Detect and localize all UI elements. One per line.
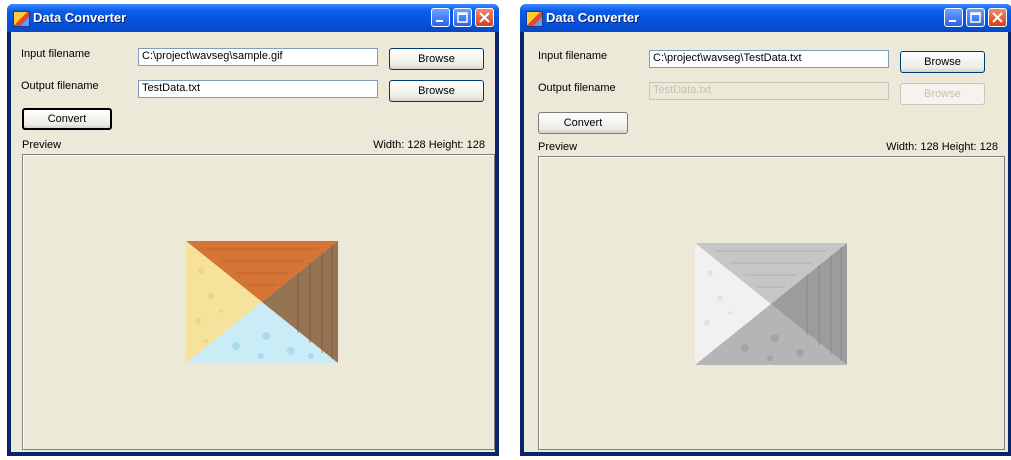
preview-image-grayscale: [695, 243, 847, 365]
preview-area: [22, 154, 495, 450]
output-filename-label: Output filename: [21, 80, 99, 92]
title-bar[interactable]: Data Converter: [520, 4, 1011, 32]
preview-area: [538, 156, 1005, 450]
browse-input-button[interactable]: Browse: [900, 51, 985, 73]
close-icon: [479, 12, 490, 23]
window-title: Data Converter: [546, 10, 640, 25]
input-filename-field[interactable]: C:\project\wavseg\TestData.txt: [649, 50, 889, 68]
window-title: Data Converter: [33, 10, 127, 25]
input-filename-field[interactable]: C:\project\wavseg\sample.gif: [138, 48, 378, 66]
image-dimensions: Width: 128 Height: 128: [373, 139, 485, 151]
browse-output-button[interactable]: Browse: [389, 80, 484, 102]
minimize-icon: [949, 20, 956, 22]
browse-output-button: Browse: [900, 83, 985, 105]
input-filename-label: Input filename: [538, 50, 608, 62]
close-button[interactable]: [475, 8, 494, 27]
input-filename-label: Input filename: [21, 48, 91, 60]
image-dimensions: Width: 128 Height: 128: [886, 141, 998, 153]
data-converter-window-left: Data Converter Input filename C:\project…: [7, 4, 499, 456]
app-icon: [13, 11, 30, 27]
tiled-triangle-image: [695, 243, 847, 365]
tiled-triangle-image: [186, 241, 338, 363]
preview-label: Preview: [538, 141, 578, 153]
preview-image-color: [186, 241, 338, 363]
output-filename-field: TestData.txt: [649, 82, 889, 100]
output-filename-field[interactable]: TestData.txt: [138, 80, 378, 98]
maximize-button[interactable]: [453, 8, 472, 27]
close-button[interactable]: [988, 8, 1007, 27]
close-icon: [992, 12, 1003, 23]
app-icon: [526, 11, 543, 27]
convert-button[interactable]: Convert: [22, 108, 112, 130]
maximize-button[interactable]: [966, 8, 985, 27]
title-bar[interactable]: Data Converter: [7, 4, 499, 32]
client-area: Input filename C:\project\wavseg\TestDat…: [524, 32, 1008, 452]
convert-button[interactable]: Convert: [538, 112, 628, 134]
output-filename-label: Output filename: [538, 82, 616, 94]
minimize-button[interactable]: [944, 8, 963, 27]
minimize-button[interactable]: [431, 8, 450, 27]
data-converter-window-right: Data Converter Input filename C:\project…: [520, 4, 1011, 456]
minimize-icon: [436, 20, 443, 22]
browse-input-button[interactable]: Browse: [389, 48, 484, 70]
client-area: Input filename C:\project\wavseg\sample.…: [11, 32, 495, 452]
maximize-icon: [457, 12, 468, 23]
preview-label: Preview: [22, 139, 62, 151]
maximize-icon: [970, 12, 981, 23]
